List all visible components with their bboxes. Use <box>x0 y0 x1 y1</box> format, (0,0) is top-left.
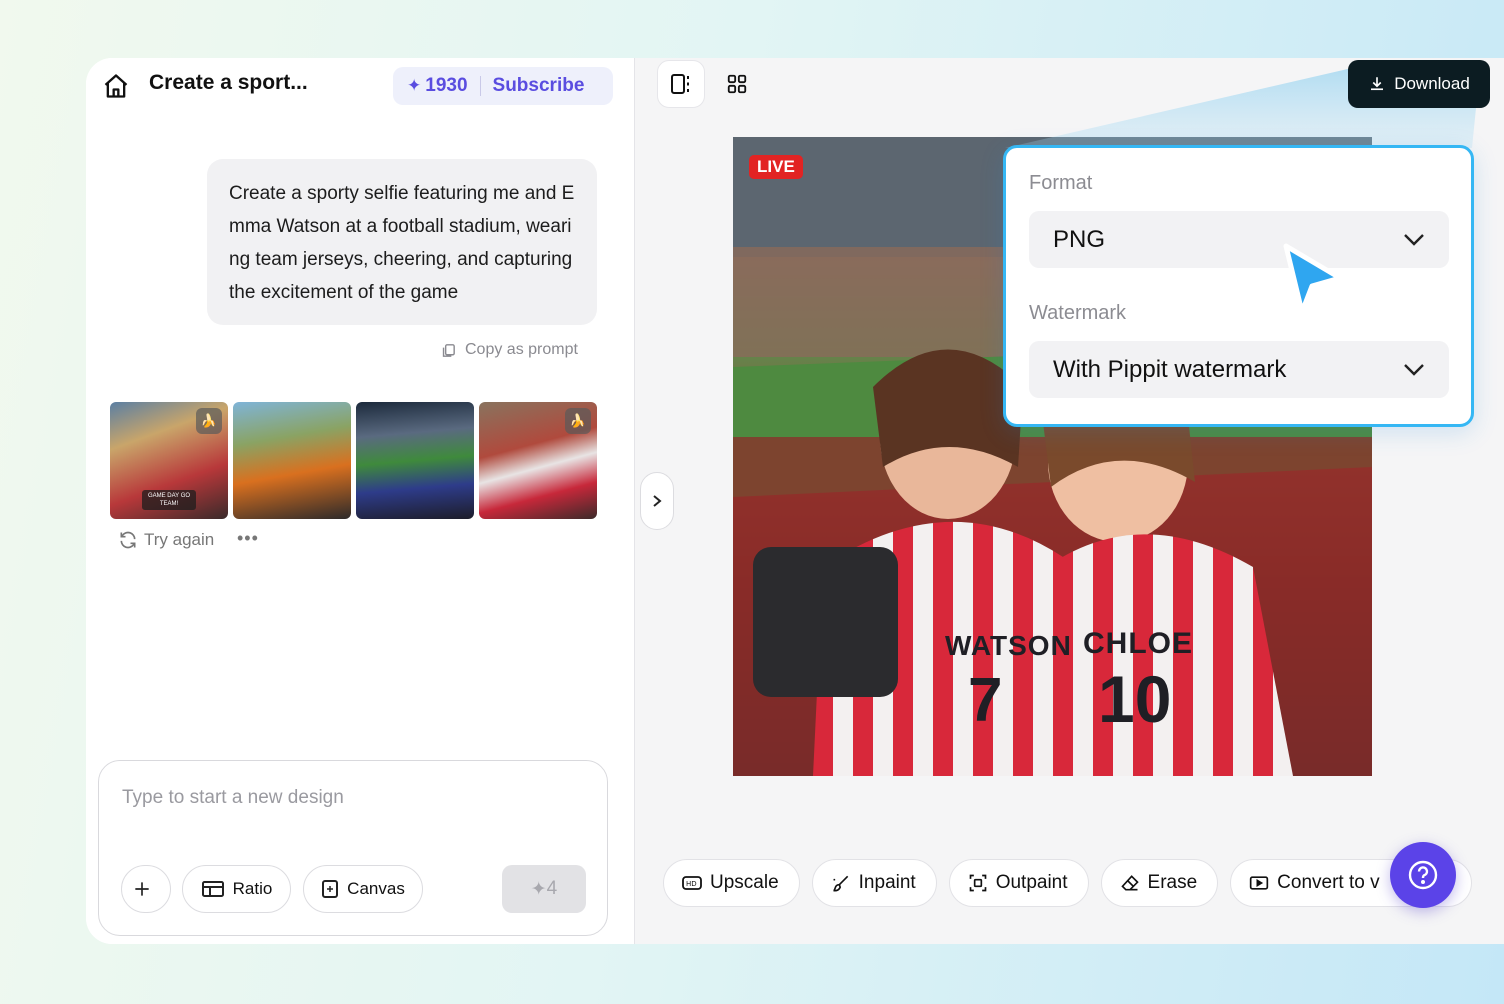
convert-to-video-label: Convert to v <box>1277 872 1380 893</box>
plus-icon <box>135 882 149 896</box>
grid-icon <box>727 74 747 94</box>
banana-icon: 🍌 <box>565 408 591 434</box>
generate-button[interactable]: ✦ 4 <box>502 865 586 913</box>
erase-button[interactable]: Erase <box>1100 859 1219 907</box>
try-again-button[interactable]: Try again <box>118 530 214 550</box>
thumbnail-sign: GAME DAY GO TEAM! <box>142 490 196 510</box>
prompt-message: Create a sporty selfie featuring me and … <box>207 159 597 325</box>
canvas-icon <box>322 880 339 898</box>
format-label: Format <box>1029 172 1093 194</box>
sparkle-icon: ✦ <box>407 76 422 95</box>
pointer-cursor-icon <box>1283 243 1343 315</box>
add-attachment-button[interactable] <box>121 865 171 913</box>
new-design-input[interactable]: Type to start a new design <box>122 787 344 809</box>
watermark-label: Watermark <box>1029 302 1127 324</box>
jersey-number-left: 7 <box>968 666 1003 735</box>
ratio-label: Ratio <box>232 879 273 898</box>
chat-panel: Create a sport... ✦ 1930 Subscribe Creat… <box>86 58 634 944</box>
page-title: Create a sport... <box>149 71 308 94</box>
grid-view-button[interactable] <box>713 60 761 108</box>
copy-as-prompt-button[interactable]: Copy as prompt <box>440 341 578 359</box>
inpaint-label: Inpaint <box>858 872 916 893</box>
outpaint-button[interactable]: Outpaint <box>948 859 1089 907</box>
download-label: Download <box>1394 74 1470 93</box>
jersey-name-left: WATSON <box>945 630 1072 661</box>
expand-panel-button[interactable] <box>640 472 674 530</box>
download-button[interactable]: Download <box>1348 60 1490 108</box>
credits-divider <box>479 76 481 96</box>
subscribe-link[interactable]: Subscribe <box>493 75 585 97</box>
upscale-button[interactable]: HD Upscale <box>663 859 800 907</box>
generated-thumbnails: 🍌 GAME DAY GO TEAM! 🍌 <box>110 402 597 519</box>
sparkle-icon: ✦ <box>530 878 547 900</box>
expand-frame-icon <box>969 874 987 892</box>
generate-cost: 4 <box>546 878 558 899</box>
svg-text:HD: HD <box>686 880 697 888</box>
brush-icon <box>832 875 848 892</box>
try-again-label: Try again <box>144 530 215 549</box>
export-settings-panel: Format PNG Watermark With Pippit waterma… <box>1003 145 1474 427</box>
watermark-value: With Pippit watermark <box>1053 355 1287 383</box>
help-button[interactable] <box>1390 842 1456 908</box>
chevron-right-icon <box>653 495 662 507</box>
upscale-label: Upscale <box>710 872 779 893</box>
chevron-down-icon <box>1404 233 1424 246</box>
question-icon <box>1408 860 1438 890</box>
erase-label: Erase <box>1147 872 1198 893</box>
ratio-icon <box>201 881 224 897</box>
inpaint-button[interactable]: Inpaint <box>811 859 937 907</box>
video-icon <box>1250 876 1269 890</box>
credit-count: 1930 <box>425 75 468 96</box>
home-icon[interactable] <box>102 72 130 100</box>
live-badge: LIVE <box>749 155 803 179</box>
chevron-down-icon <box>1404 363 1424 376</box>
generated-thumbnail-3[interactable] <box>356 402 474 519</box>
outpaint-label: Outpaint <box>995 872 1068 893</box>
eraser-icon <box>1120 875 1139 891</box>
copy-icon <box>442 343 455 357</box>
banana-icon: 🍌 <box>196 408 222 434</box>
composer: Type to start a new design Ratio Canvas … <box>98 760 608 936</box>
format-select[interactable]: PNG <box>1029 211 1449 268</box>
more-options-button[interactable]: ••• <box>237 528 259 549</box>
generated-thumbnail-2[interactable] <box>233 402 351 519</box>
ratio-button[interactable]: Ratio <box>182 865 291 913</box>
canvas-button[interactable]: Canvas <box>303 865 423 913</box>
single-view-button[interactable] <box>657 60 705 108</box>
split-view-icon <box>671 74 689 94</box>
hd-icon: HD <box>682 876 702 890</box>
canvas-label: Canvas <box>347 879 405 898</box>
image-tools: HD Upscale Inpaint Outpaint Erase Conver… <box>663 859 1473 907</box>
watermark-select[interactable]: With Pippit watermark <box>1029 341 1449 398</box>
credits-bar[interactable]: ✦ 1930 Subscribe <box>393 67 613 105</box>
jersey-number-right: 10 <box>1098 662 1172 736</box>
jersey-name-right: CHLOE <box>1083 627 1193 660</box>
refresh-icon <box>120 531 136 549</box>
generated-thumbnail-1[interactable]: 🍌 GAME DAY GO TEAM! <box>110 402 228 519</box>
format-value: PNG <box>1053 225 1106 253</box>
download-icon <box>1371 77 1384 91</box>
copy-as-prompt-label: Copy as prompt <box>465 341 578 358</box>
generated-thumbnail-4[interactable]: 🍌 <box>479 402 597 519</box>
